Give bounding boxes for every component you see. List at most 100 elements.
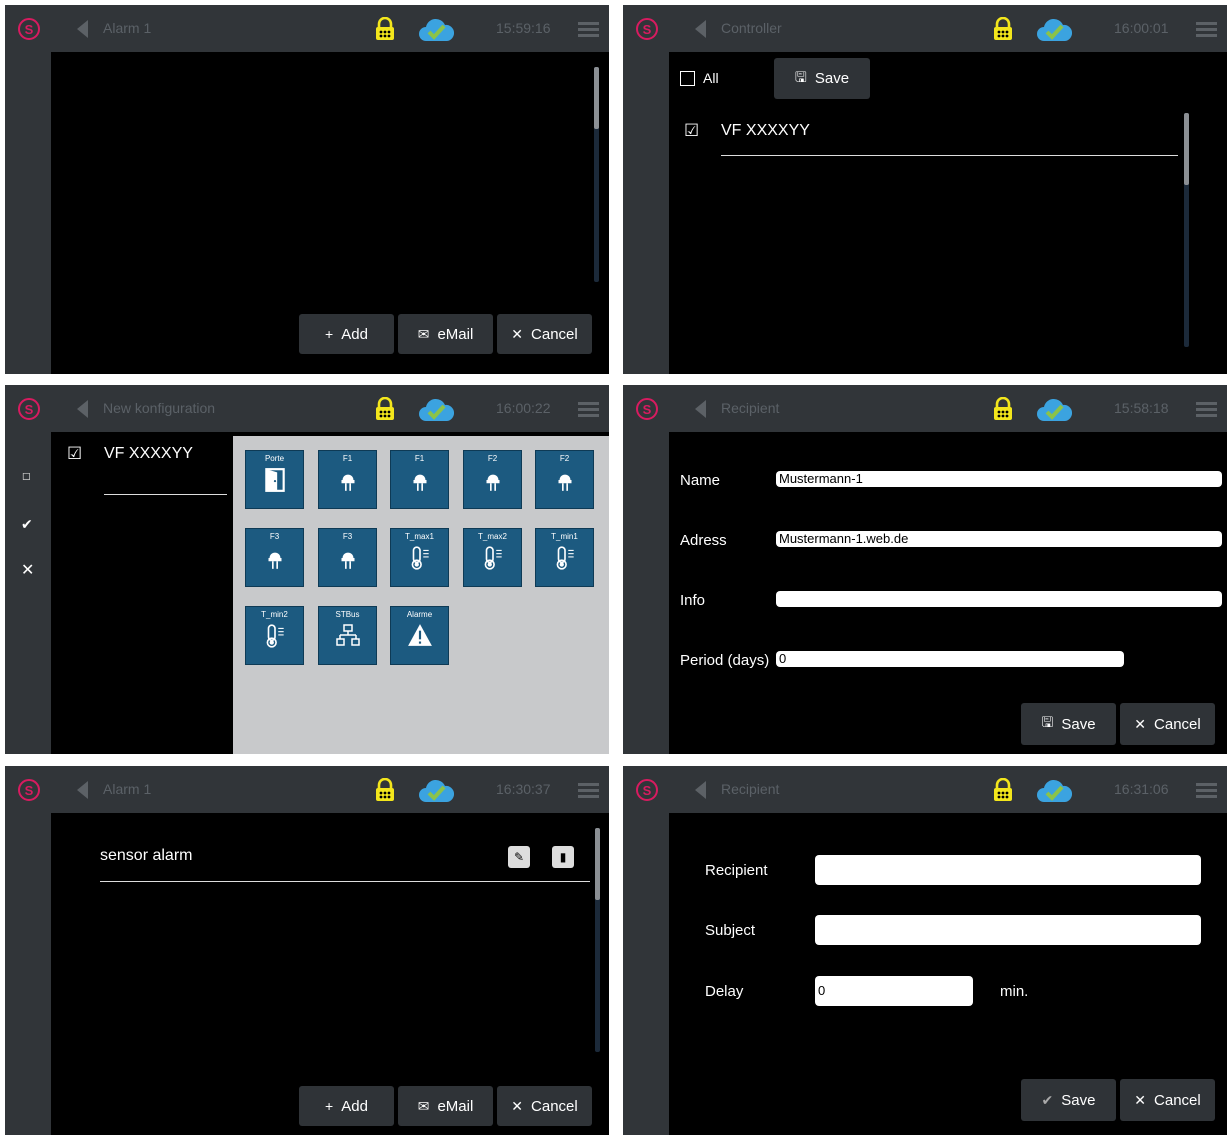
tile-alarme[interactable]: Alarme: [390, 606, 449, 665]
lock-icon[interactable]: [991, 17, 1015, 41]
tile-stbus[interactable]: STBus: [318, 606, 377, 665]
save-label: Save: [814, 70, 850, 87]
cancel-label: Cancel: [531, 325, 578, 343]
top-bar: S Recipient 15:58:18: [623, 385, 1227, 432]
left-sidebar: [623, 52, 669, 374]
lock-icon[interactable]: [991, 778, 1015, 802]
tile-label: T_max1: [405, 532, 434, 541]
hamburger-menu-icon[interactable]: [578, 22, 599, 37]
s-logo-icon[interactable]: S: [18, 18, 40, 40]
clock: 16:00:01: [1114, 20, 1169, 36]
tile-label: Alarme: [406, 610, 433, 619]
s-logo-icon[interactable]: S: [18, 398, 40, 420]
cancel-button[interactable]: ✕ Cancel: [1120, 1079, 1215, 1121]
all-checkbox[interactable]: [680, 71, 695, 86]
tile-t-max1[interactable]: T_max1: [390, 528, 449, 587]
delay-field[interactable]: 0: [815, 976, 973, 1006]
cloud-check-icon[interactable]: [418, 17, 454, 43]
cloud-check-icon[interactable]: [418, 397, 454, 423]
scrollbar-thumb[interactable]: [595, 828, 600, 900]
close-icon[interactable]: ✕: [21, 560, 34, 580]
clock: 15:59:16: [496, 20, 551, 36]
top-bar: S Alarm 1 15:59:16: [5, 5, 609, 52]
recipient-field[interactable]: [815, 855, 1201, 885]
save-label: Save: [1061, 1091, 1096, 1109]
back-arrow-icon[interactable]: [77, 400, 88, 418]
email-button[interactable]: ✉ eMail: [398, 314, 493, 354]
cancel-button[interactable]: ✕ Cancel: [1120, 703, 1215, 745]
delay-unit: min.: [1000, 983, 1029, 1000]
name-field[interactable]: Mustermann-1: [776, 471, 1222, 487]
tile-label: F2: [487, 454, 498, 463]
check-icon[interactable]: ✔: [21, 516, 33, 533]
s-logo-icon[interactable]: S: [636, 398, 658, 420]
info-field[interactable]: [776, 591, 1222, 607]
item-label: VF XXXXYY: [104, 445, 193, 462]
tile-porte[interactable]: Porte: [245, 450, 304, 509]
lock-icon[interactable]: [373, 17, 397, 41]
cloud-check-icon[interactable]: [418, 778, 454, 804]
period-field[interactable]: 0: [776, 651, 1124, 667]
check-icon: ✔: [1041, 1091, 1054, 1108]
left-sidebar: ◇ ✔ ✕: [5, 432, 51, 754]
save-button[interactable]: 🖫 Save: [774, 58, 870, 99]
panel-recipient-form: S Recipient 15:58:18 Name Mustermann-1 A…: [623, 385, 1227, 754]
tile-f1[interactable]: F1: [318, 450, 377, 509]
s-logo-icon[interactable]: S: [636, 18, 658, 40]
tile-f3[interactable]: F3: [245, 528, 304, 587]
thermometer-icon: [409, 545, 431, 571]
save-button[interactable]: 🖫 Save: [1021, 703, 1116, 745]
scrollbar-thumb[interactable]: [1184, 113, 1189, 185]
email-icon: ✉: [417, 1097, 430, 1114]
lock-icon[interactable]: [991, 397, 1015, 421]
cancel-button[interactable]: ✕ Cancel: [497, 314, 592, 354]
cloud-check-icon[interactable]: [1036, 17, 1072, 43]
info-label: Info: [680, 592, 706, 609]
email-button[interactable]: ✉ eMail: [398, 1086, 493, 1126]
item-checkbox[interactable]: ☑: [67, 445, 82, 462]
hamburger-menu-icon[interactable]: [1196, 402, 1217, 417]
s-logo-icon[interactable]: S: [18, 779, 40, 801]
hamburger-menu-icon[interactable]: [1196, 22, 1217, 37]
tile-f1[interactable]: F1: [390, 450, 449, 509]
adress-field[interactable]: Mustermann-1.web.de: [776, 531, 1222, 547]
add-button[interactable]: + Add: [299, 1086, 394, 1126]
lock-icon[interactable]: [373, 397, 397, 421]
back-arrow-icon[interactable]: [695, 20, 706, 38]
back-arrow-icon[interactable]: [77, 781, 88, 799]
back-arrow-icon[interactable]: [695, 400, 706, 418]
s-logo-icon[interactable]: S: [636, 779, 658, 801]
tile-t-min2[interactable]: T_min2: [245, 606, 304, 665]
lock-icon[interactable]: [373, 778, 397, 802]
page-title: Alarm 1: [103, 781, 152, 797]
plus-icon: +: [325, 326, 334, 342]
edit-icon[interactable]: ✎: [508, 846, 530, 868]
back-arrow-icon[interactable]: [695, 781, 706, 799]
tag-icon[interactable]: ◇: [17, 467, 35, 485]
left-sidebar: [623, 813, 669, 1135]
tile-f2[interactable]: F2: [535, 450, 594, 509]
list-item[interactable]: sensor alarm: [100, 847, 192, 865]
tile-f2[interactable]: F2: [463, 450, 522, 509]
tile-f3[interactable]: F3: [318, 528, 377, 587]
tile-t-max2[interactable]: T_max2: [463, 528, 522, 587]
back-arrow-icon[interactable]: [77, 20, 88, 38]
top-bar: S Controller 16:00:01: [623, 5, 1227, 52]
cancel-button[interactable]: ✕ Cancel: [497, 1086, 592, 1126]
hamburger-menu-icon[interactable]: [1196, 783, 1217, 798]
warning-icon: [407, 623, 433, 647]
item-checkbox[interactable]: ☑: [684, 122, 699, 139]
cloud-check-icon[interactable]: [1036, 397, 1072, 423]
clock: 16:31:06: [1114, 781, 1169, 797]
left-sidebar: [5, 52, 51, 374]
cloud-check-icon[interactable]: [1036, 778, 1072, 804]
hamburger-menu-icon[interactable]: [578, 783, 599, 798]
tile-t-min1[interactable]: T_min1: [535, 528, 594, 587]
hamburger-menu-icon[interactable]: [578, 402, 599, 417]
subject-field[interactable]: [815, 915, 1201, 945]
scrollbar-thumb[interactable]: [594, 67, 599, 129]
add-button[interactable]: + Add: [299, 314, 394, 354]
save-button[interactable]: ✔ Save: [1021, 1079, 1116, 1121]
trash-icon[interactable]: ▮: [552, 846, 574, 868]
panel-new-configuration: S New konfiguration 16:00:22 ◇ ✔ ✕ ☑ VF …: [5, 385, 609, 754]
